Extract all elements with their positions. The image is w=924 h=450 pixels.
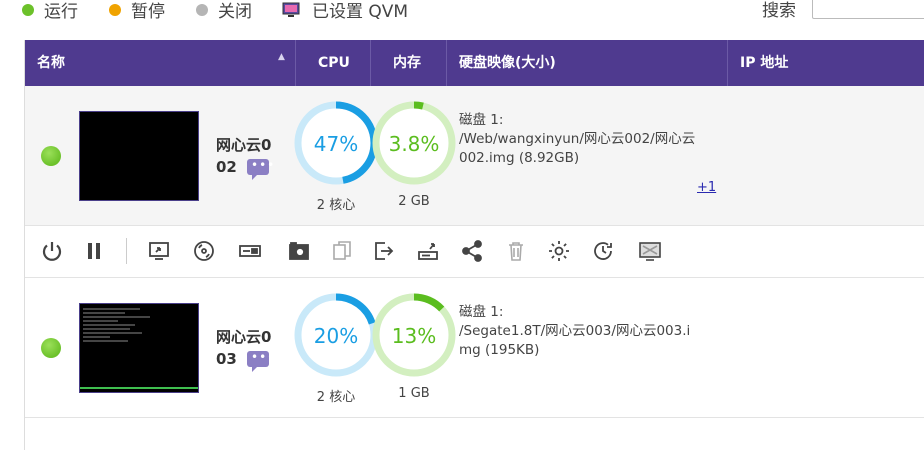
legend-stopped-label: 关闭 (218, 2, 252, 22)
legend-qvm: 已设置 QVM (282, 0, 408, 22)
header-name[interactable]: 名称 (37, 40, 65, 86)
usb-icon[interactable] (237, 238, 263, 264)
trash-icon[interactable] (503, 238, 529, 264)
cpu-usage-value: 20% (313, 324, 359, 348)
table-header: 名称 ▲ CPU 内存 硬盘映像(大小) IP 地址 (25, 40, 924, 86)
stopped-dot-icon (196, 3, 208, 16)
legend-qvm-label: 已设置 QVM (312, 2, 409, 22)
cpu-cores: 2 核心 (316, 390, 356, 405)
running-dot-icon (22, 3, 34, 16)
disk-line: 磁盘 1: (459, 112, 504, 128)
memory-usage-value: 13% (391, 324, 437, 348)
cpu-cores: 2 核心 (316, 198, 356, 213)
header-disk[interactable]: 硬盘映像(大小) (459, 40, 556, 86)
vm-row[interactable]: 网心云0 03 ••• 20% 2 核心 13% 1 GB 磁盘 1: /Seg… (25, 278, 924, 418)
toolbar-divider (126, 238, 127, 264)
vm-table: 名称 ▲ CPU 内存 硬盘映像(大小) IP 地址 网心云0 02 ••• 4… (24, 40, 924, 450)
console-icon[interactable] (146, 238, 172, 264)
vm-action-toolbar (25, 226, 924, 278)
running-status-icon (41, 338, 61, 358)
memory-size: 1 GB (398, 386, 430, 401)
paused-dot-icon (109, 3, 121, 16)
search-input[interactable] (812, 0, 924, 19)
disk-image-info: 磁盘 1: /Segate1.8T/网心云003/网心云003.i mg (19… (459, 303, 724, 360)
monitor-icon (282, 2, 300, 17)
display-icon[interactable] (637, 238, 663, 264)
status-legend: 运行 暂停 关闭 已设置 QVM 搜索 (0, 0, 924, 22)
disk-image-info: 磁盘 1: /Web/wangxinyun/网心云002/网心云 002.img… (459, 111, 724, 168)
disk-line: mg (195KB) (459, 342, 540, 358)
column-divider (295, 40, 296, 86)
sort-asc-icon[interactable]: ▲ (278, 52, 285, 62)
console-text-graphic (80, 308, 198, 389)
disk-line: /Segate1.8T/网心云003/网心云003.i (459, 323, 691, 339)
header-ip[interactable]: IP 地址 (740, 40, 788, 86)
disk-line: 002.img (8.92GB) (459, 150, 580, 166)
vm-name-line: 网心云0 (216, 328, 272, 346)
header-cpu[interactable]: CPU (318, 40, 350, 86)
vm-screen-thumbnail[interactable] (79, 111, 199, 201)
export-icon[interactable] (370, 238, 396, 264)
vm-row[interactable]: 网心云0 02 ••• 47% 2 核心 3.8% 2 GB 磁盘 1: /We… (25, 86, 924, 226)
legend-running: 运行 (22, 0, 78, 22)
schedule-icon[interactable] (590, 238, 616, 264)
running-status-icon (41, 146, 61, 166)
legend-paused-label: 暂停 (131, 2, 165, 22)
disk-line: /Web/wangxinyun/网心云002/网心云 (459, 131, 696, 147)
vm-screen-thumbnail[interactable] (79, 303, 199, 393)
share-icon[interactable] (459, 238, 485, 264)
legend-running-label: 运行 (44, 2, 78, 22)
power-icon[interactable] (39, 238, 65, 264)
search-label: 搜索 (762, 1, 796, 21)
note-icon[interactable]: ••• (247, 351, 274, 372)
pause-icon[interactable] (81, 238, 107, 264)
disk-line: 磁盘 1: (459, 304, 504, 320)
memory-usage-value: 3.8% (388, 132, 440, 156)
more-disks-link[interactable]: +1 (697, 180, 716, 195)
cpu-usage-value: 47% (313, 132, 359, 156)
column-divider (370, 40, 371, 86)
snapshot-icon[interactable] (286, 238, 312, 264)
backup-icon[interactable] (415, 238, 441, 264)
column-divider (727, 40, 728, 86)
clone-icon[interactable] (329, 238, 355, 264)
header-memory[interactable]: 内存 (393, 40, 421, 86)
note-icon[interactable]: ••• (247, 159, 274, 180)
legend-paused: 暂停 (109, 0, 165, 22)
legend-stopped: 关闭 (196, 0, 252, 22)
column-divider (446, 40, 447, 86)
settings-icon[interactable] (546, 238, 572, 264)
vm-name-line: 网心云0 (216, 136, 272, 154)
disc-icon[interactable] (191, 238, 217, 264)
memory-size: 2 GB (398, 194, 430, 209)
